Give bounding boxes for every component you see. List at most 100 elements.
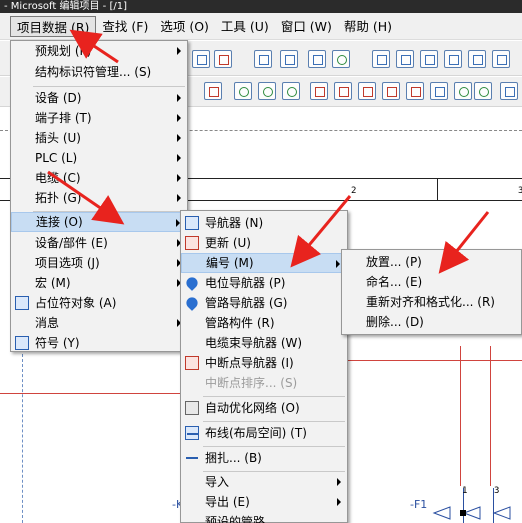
wire-red <box>345 360 522 361</box>
toolbar-connect3-icon[interactable] <box>420 50 438 68</box>
submenu-arrow-icon <box>177 154 181 162</box>
menu-item-symbol[interactable]: 符号 (Y) <box>11 333 187 353</box>
toolbar-symbol-icon[interactable] <box>204 82 222 100</box>
menu-item-potential-navigator[interactable]: 电位导航器 (P) <box>181 273 347 293</box>
menu-item-place[interactable]: 放置... (P) <box>342 252 521 272</box>
menu-separator <box>203 446 345 447</box>
menu-separator <box>33 86 185 87</box>
menu-item-topology[interactable]: 拓扑 (G) <box>11 188 187 208</box>
canvas-col-divider <box>437 178 438 200</box>
interruption-icon <box>185 356 199 370</box>
menu-item-import[interactable]: 导入 <box>181 472 347 492</box>
toolbar-connect4-icon[interactable] <box>444 50 462 68</box>
routing-icon <box>185 426 199 440</box>
toolbar-device5-icon[interactable] <box>406 82 424 100</box>
submenu-arrow-icon <box>177 174 181 182</box>
menu-item-devices[interactable]: 设备 (D) <box>11 88 187 108</box>
toolbar-grid-icon[interactable] <box>280 50 298 68</box>
toolbar-device2-icon[interactable] <box>334 82 352 100</box>
wire-red-vertical <box>460 346 461 486</box>
toolbar-device7-icon[interactable] <box>454 82 472 100</box>
menu-item-terminal-strip[interactable]: 端子排 (T) <box>11 108 187 128</box>
menu-item-interruption-navigator[interactable]: 中断点导航器 (I) <box>181 353 347 373</box>
toolbar-device9-icon[interactable] <box>500 82 518 100</box>
submenu-arrow-icon <box>177 134 181 142</box>
toolbar-terminal-icon[interactable] <box>214 50 232 68</box>
window-title: - Microsoft 编辑项目 - [/1] <box>0 0 522 13</box>
menu-item-plc[interactable]: PLC (L) <box>11 148 187 168</box>
navigator-icon <box>185 216 199 230</box>
toolbar-circle2-icon[interactable] <box>258 82 276 100</box>
pin-label: 1 <box>462 486 468 496</box>
menu-window[interactable]: 窗口 (W) <box>275 16 338 37</box>
toolbar-cart-icon[interactable] <box>308 50 326 68</box>
menu-item-plug[interactable]: 插头 (U) <box>11 128 187 148</box>
menu-options[interactable]: 选项 (O) <box>154 16 215 37</box>
menu-item-cable[interactable]: 电缆 (C) <box>11 168 187 188</box>
menu-item-connection[interactable]: 连接 (O) <box>11 212 187 232</box>
toolbar-circle1-icon[interactable] <box>234 82 252 100</box>
toolbar-text-icon[interactable] <box>332 50 350 68</box>
menu-item-macro[interactable]: 宏 (M) <box>11 273 187 293</box>
toolbar-connect6-icon[interactable] <box>492 50 510 68</box>
placeholder-icon <box>15 296 29 310</box>
menu-item-preplanning[interactable]: 预规划 (P) <box>11 41 187 61</box>
potential-icon <box>184 275 200 291</box>
menu-help[interactable]: 帮助 (H) <box>338 16 398 37</box>
toolbar-device1-icon[interactable] <box>310 82 328 100</box>
menu-item-interruption-sort[interactable]: 中断点排序... (S) <box>181 373 347 393</box>
menu-item-auto-optimize-network[interactable]: 自动优化网络 (O) <box>181 398 347 418</box>
menu-item-project-options[interactable]: 项目选项 (J) <box>11 253 187 273</box>
menu-item-delete[interactable]: 删除... (D) <box>342 312 521 332</box>
toolbar-device8-icon[interactable] <box>474 82 492 100</box>
bundle-icon <box>185 451 199 465</box>
menu-item-routing-layout-space[interactable]: 布线(布局空间) (T) <box>181 423 347 443</box>
menu-item-update[interactable]: 更新 (U) <box>181 233 347 253</box>
menu-item-pipeline-navigator[interactable]: 管路导航器 (G) <box>181 293 347 313</box>
update-icon <box>185 236 199 250</box>
wire-red-vertical <box>490 346 491 486</box>
submenu-arrow-icon <box>336 260 340 268</box>
submenu-arrow-icon <box>177 194 181 202</box>
symbol-icon <box>15 336 29 350</box>
wire-red <box>0 393 182 394</box>
optimize-icon <box>185 401 199 415</box>
menu-item-messages[interactable]: 消息 <box>11 313 187 333</box>
menu-item-pipeline-components[interactable]: 管路构件 (R) <box>181 313 347 333</box>
menu-item-placeholder-object[interactable]: 占位符对象 (A) <box>11 293 187 313</box>
menu-item-structure-identifier[interactable]: 结构标识符管理... (S) <box>11 62 187 82</box>
pin-label: 3 <box>494 486 500 496</box>
submenu-arrow-icon <box>177 47 181 55</box>
toolbar-device3-icon[interactable] <box>358 82 376 100</box>
toolbar-connect5-icon[interactable] <box>468 50 486 68</box>
submenu-arrow-icon <box>337 498 341 506</box>
toolbar-connect-icon[interactable] <box>372 50 390 68</box>
menu-item-cable-harness-navigator[interactable]: 电缆束导航器 (W) <box>181 333 347 353</box>
menu-item-device-parts[interactable]: 设备/部件 (E) <box>11 233 187 253</box>
menu-item-bundle[interactable]: 捆扎... (B) <box>181 448 347 468</box>
menu-tools[interactable]: 工具 (U) <box>215 16 275 37</box>
toolbar-circle3-icon[interactable] <box>282 82 300 100</box>
toolbar-device6-icon[interactable] <box>430 82 448 100</box>
menu-item-preset-pipeline[interactable]: 预设的管路... <box>181 512 347 523</box>
submenu-arrow-icon <box>177 114 181 122</box>
menu-item-numbering[interactable]: 编号 (M) <box>181 253 347 273</box>
project-data-menu: 预规划 (P) 结构标识符管理... (S) 设备 (D) 端子排 (T) 插头… <box>10 40 188 352</box>
device-tag-f1: -F1 <box>410 498 428 511</box>
toolbar-insert-icon[interactable] <box>254 50 272 68</box>
menu-item-navigator[interactable]: 导航器 (N) <box>181 213 347 233</box>
connection-submenu: 导航器 (N) 更新 (U) 编号 (M) 电位导航器 (P) 管路导航器 (G… <box>180 210 348 523</box>
menu-item-export[interactable]: 导出 (E) <box>181 492 347 512</box>
toolbar-device4-icon[interactable] <box>382 82 400 100</box>
toolbar-wire-icon[interactable] <box>192 50 210 68</box>
menu-item-name[interactable]: 命名... (E) <box>342 272 521 292</box>
column-label: 3 <box>518 186 522 196</box>
menu-separator <box>203 421 345 422</box>
menu-project-data[interactable]: 项目数据 (R) <box>10 15 97 37</box>
column-label: 2 <box>351 186 357 196</box>
toolbar-connect2-icon[interactable] <box>396 50 414 68</box>
menu-find[interactable]: 查找 (F) <box>96 16 154 37</box>
menu-item-realign-format[interactable]: 重新对齐和格式化... (R) <box>342 292 521 312</box>
submenu-arrow-icon <box>337 478 341 486</box>
menu-separator <box>203 396 345 397</box>
